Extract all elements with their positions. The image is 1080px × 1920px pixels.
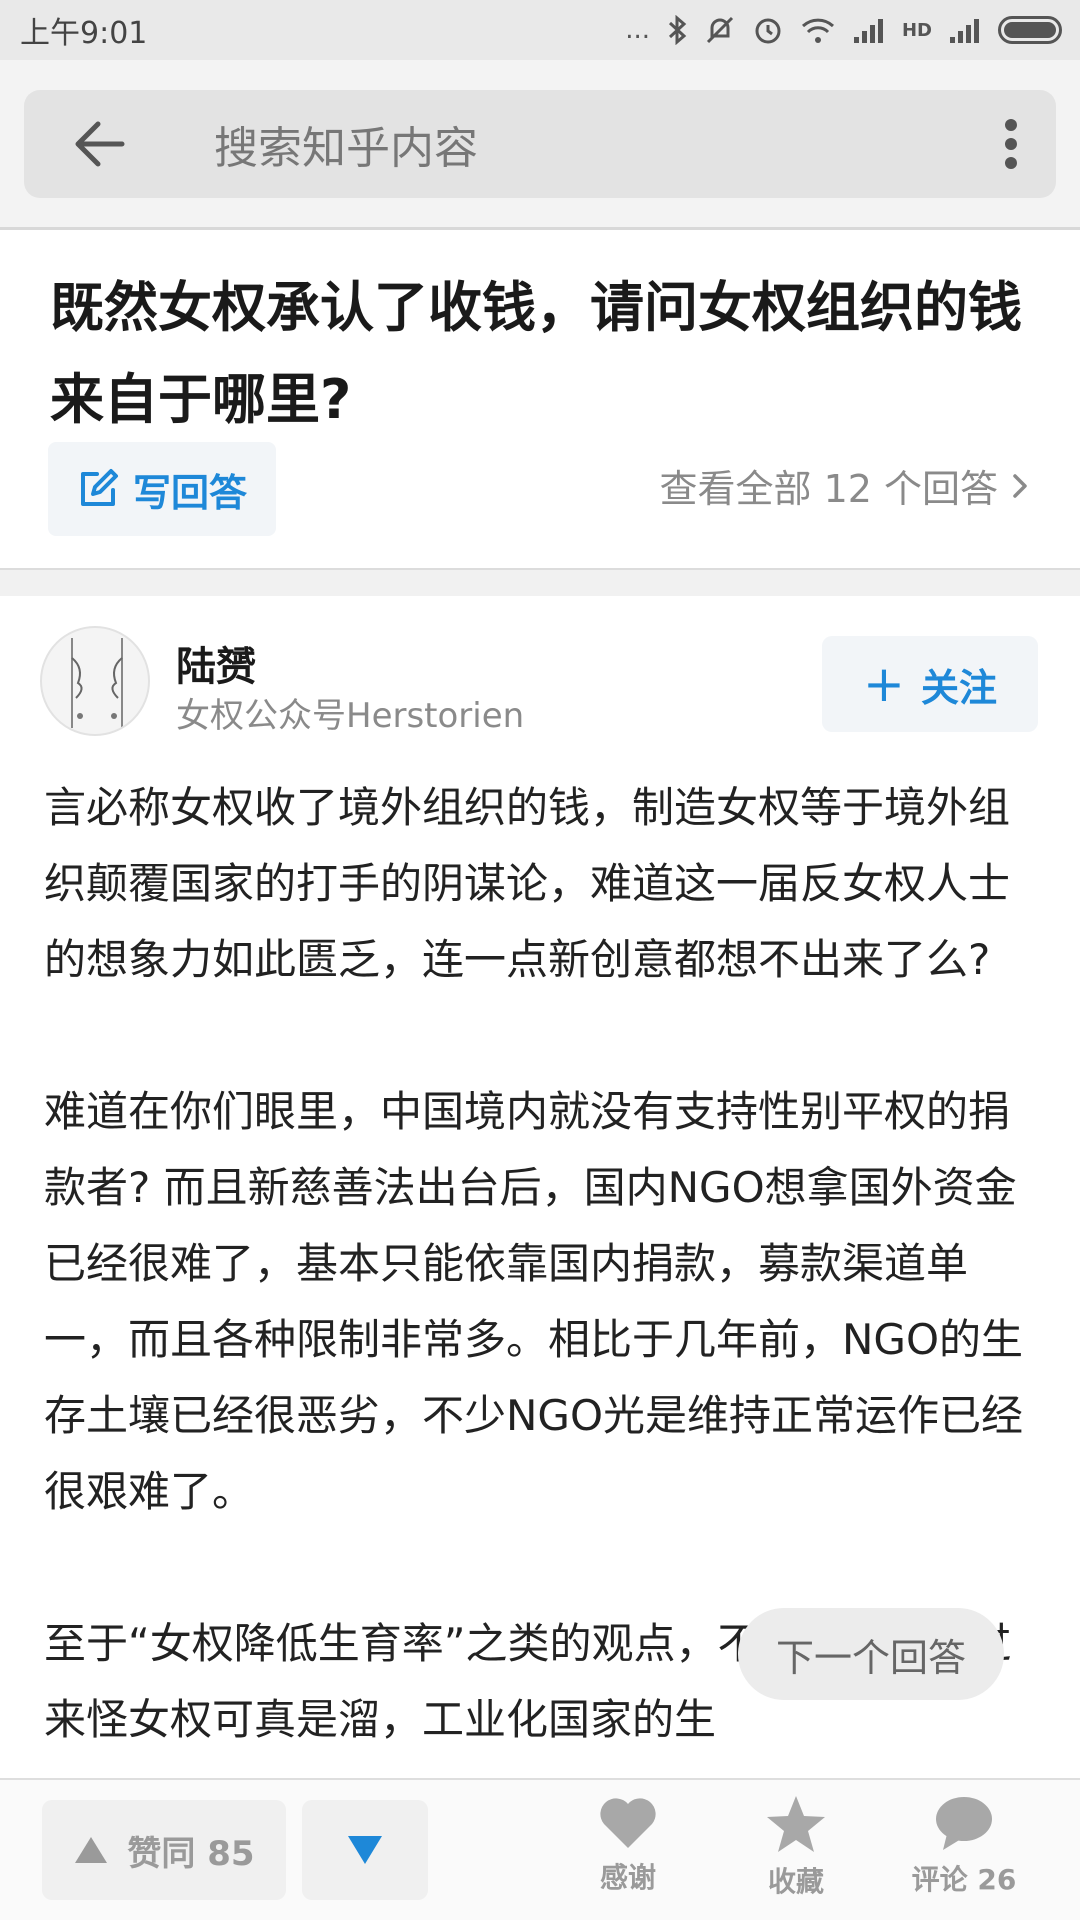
header: 搜索知乎内容 xyxy=(0,60,1080,230)
view-all-label: 查看全部 12 个回答 xyxy=(659,467,998,511)
comments-button[interactable]: 评论 26 xyxy=(884,1794,1044,1914)
follow-label: 关注 xyxy=(920,665,997,710)
avatar[interactable] xyxy=(40,626,150,736)
screen: 上午9:01 ... HD 搜索知乎内容 既然女权承认了收钱，请问女权组织的钱来… xyxy=(0,0,1080,1920)
more-dots-icon: ... xyxy=(625,15,650,45)
status-icons: ... HD xyxy=(625,14,1062,46)
question-card: 既然女权承认了收钱，请问女权组织的钱来自于哪里? 写回答 查看全部 12 个回答 xyxy=(0,232,1080,568)
collect-label: 收藏 xyxy=(767,1865,824,1898)
status-time: 上午9:01 xyxy=(20,16,148,51)
author-row: 陆赟 女权公众号Herstorien + 关注 xyxy=(0,596,1080,756)
signal-icon-2 xyxy=(950,19,979,43)
edit-icon xyxy=(80,469,118,506)
section-divider xyxy=(0,568,1080,596)
write-answer-button[interactable]: 写回答 xyxy=(48,442,276,536)
hd-label: HD xyxy=(901,19,932,41)
avatar-drawing-icon xyxy=(71,638,123,728)
plus-icon: + xyxy=(863,655,905,713)
triangle-down-icon xyxy=(348,1836,382,1864)
thanks-label: 感谢 xyxy=(599,1861,656,1894)
back-arrow-icon xyxy=(75,121,125,167)
answer-paragraph: 言必称女权收了境外组织的钱，制造女权等于境外组织颠覆国家的打手的阴谋论，难道这一… xyxy=(44,783,1011,984)
search-bar[interactable]: 搜索知乎内容 xyxy=(24,90,1056,198)
author-name[interactable]: 陆赟 xyxy=(176,634,256,692)
chevron-right-icon xyxy=(1013,473,1027,498)
bluetooth-icon xyxy=(668,15,687,45)
mute-bell-icon xyxy=(706,16,734,44)
back-button[interactable] xyxy=(24,90,174,198)
next-answer-button[interactable]: 下一个回答 xyxy=(738,1608,1004,1700)
downvote-button[interactable] xyxy=(302,1800,428,1900)
wifi-icon xyxy=(801,18,835,43)
thanks-button[interactable]: 感谢 xyxy=(548,1794,708,1914)
status-bar: 上午9:01 ... HD xyxy=(0,0,1080,60)
star-icon xyxy=(767,1796,825,1852)
upvote-label: 赞同 85 xyxy=(127,1833,255,1874)
answer-paragraph: 难道在你们眼里，中国境内就没有支持性别平权的捐款者? 而且新慈善法出台后，国内N… xyxy=(44,1087,1024,1516)
question-title[interactable]: 既然女权承认了收钱，请问女权组织的钱来自于哪里? xyxy=(50,262,1030,446)
comment-bubble-icon xyxy=(936,1797,992,1850)
battery-icon xyxy=(998,16,1062,44)
bottom-action-bar: 赞同 85 感谢 收藏 评论 26 xyxy=(0,1778,1080,1920)
alarm-icon xyxy=(755,18,781,44)
comments-label: 评论 26 xyxy=(911,1863,1017,1896)
heart-icon xyxy=(600,1798,656,1848)
more-menu-button[interactable] xyxy=(966,90,1056,198)
triangle-up-icon xyxy=(75,1837,108,1863)
collect-button[interactable]: 收藏 xyxy=(716,1794,876,1914)
upvote-button[interactable]: 赞同 85 xyxy=(42,1800,286,1900)
author-bio: 女权公众号Herstorien xyxy=(176,696,525,736)
follow-button[interactable]: + 关注 xyxy=(822,636,1038,732)
view-all-answers-link[interactable]: 查看全部 12 个回答 xyxy=(659,458,1028,513)
write-answer-label: 写回答 xyxy=(132,470,247,515)
more-vertical-icon xyxy=(1005,119,1017,169)
signal-icon xyxy=(853,19,883,43)
search-input[interactable]: 搜索知乎内容 xyxy=(214,112,966,176)
